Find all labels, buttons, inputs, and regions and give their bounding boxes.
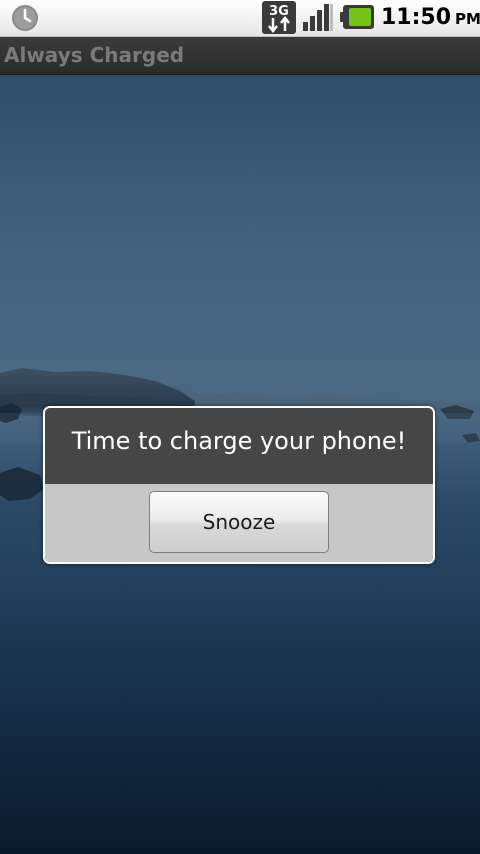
battery-icon [340,5,374,29]
status-time-value: 11:50 [381,5,452,30]
app-title: Always Charged [4,43,185,67]
network-3g-icon: 3G [262,1,296,34]
phone-screen: 3G 11:50 PM Always Charged Time to charge… [0,0,480,854]
network-type-label: 3G [269,4,289,19]
dialog-message: Time to charge your phone! [71,427,407,455]
app-title-bar: Always Charged [0,37,480,75]
status-clock: 11:50 PM [381,3,480,33]
status-bar: 3G 11:50 PM [0,0,480,37]
dialog-button-area: Snooze [45,484,433,562]
clock-icon [12,5,38,31]
charge-reminder-dialog: Time to charge your phone! Snooze [43,406,435,564]
snooze-button[interactable]: Snooze [149,491,329,553]
signal-strength-icon [303,4,333,31]
status-ampm: PM [455,10,480,28]
dialog-message-area: Time to charge your phone! [45,408,433,484]
